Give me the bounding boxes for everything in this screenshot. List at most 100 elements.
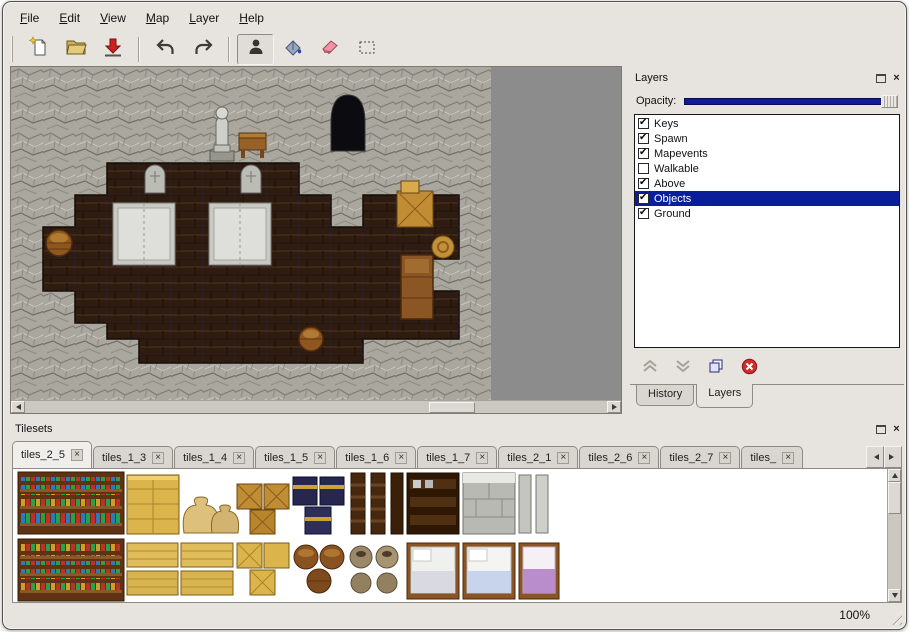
layer-visibility-checkbox[interactable] xyxy=(638,163,649,174)
close-tab-icon[interactable] xyxy=(395,452,407,464)
duplicate-icon xyxy=(708,359,724,374)
tab-scroll-right-button[interactable] xyxy=(884,446,902,468)
menu-view[interactable]: View xyxy=(91,7,135,29)
chevron-up-icon xyxy=(642,359,658,373)
scroll-right-button[interactable] xyxy=(607,401,621,413)
menu-map[interactable]: Map xyxy=(137,7,178,29)
opacity-slider-handle[interactable] xyxy=(881,95,898,108)
tileset-vertical-scrollbar[interactable] xyxy=(887,469,901,602)
layer-visibility-checkbox[interactable] xyxy=(638,133,649,144)
menu-layer[interactable]: Layer xyxy=(180,7,228,29)
close-panel-icon[interactable] xyxy=(891,73,902,84)
opacity-slider-groove[interactable] xyxy=(684,98,897,105)
close-tab-icon[interactable] xyxy=(557,452,569,464)
tab-label: tiles_2_6 xyxy=(588,452,632,464)
redo-button[interactable] xyxy=(184,34,221,65)
layer-visibility-checkbox[interactable] xyxy=(638,193,649,204)
map-canvas[interactable] xyxy=(11,67,621,400)
tab-label: tiles_1_6 xyxy=(345,452,389,464)
close-tab-icon[interactable] xyxy=(233,452,245,464)
tileset-tab[interactable]: tiles_1_3 xyxy=(93,446,173,468)
layer-actions xyxy=(640,354,759,378)
raise-layer-button[interactable] xyxy=(640,357,660,375)
new-file-button[interactable] xyxy=(20,34,57,65)
delete-layer-button[interactable] xyxy=(739,357,759,375)
tab-label: tiles_ xyxy=(750,452,776,464)
scrollbar-thumb[interactable] xyxy=(888,482,901,514)
layer-name: Keys xyxy=(654,118,678,130)
scroll-left-button[interactable] xyxy=(11,401,25,413)
close-tab-icon[interactable] xyxy=(638,452,650,464)
opacity-row: Opacity: xyxy=(634,92,900,110)
lower-layer-button[interactable] xyxy=(673,357,693,375)
save-button[interactable] xyxy=(94,34,131,65)
tileset-tab[interactable]: tiles_2_6 xyxy=(579,446,659,468)
scrollbar-thumb[interactable] xyxy=(429,402,475,413)
redo-icon xyxy=(192,36,214,63)
layer-name: Ground xyxy=(654,208,691,220)
layer-row[interactable]: Above xyxy=(635,176,899,191)
float-panel-icon[interactable] xyxy=(876,74,886,83)
tileset-tab-bar: tiles_2_5 tiles_1_3 tiles_1_4 tiles_1_5 … xyxy=(12,440,864,468)
layer-row[interactable]: Ground xyxy=(635,206,899,221)
tileset-tab[interactable]: tiles_2_1 xyxy=(498,446,578,468)
layer-visibility-checkbox[interactable] xyxy=(638,208,649,219)
tileset-tab[interactable]: tiles_2_5 xyxy=(12,441,92,468)
tileset-tab[interactable]: tiles_1_7 xyxy=(417,446,497,468)
layers-panel-title: Layers xyxy=(632,72,876,84)
layer-row[interactable]: Mapevents xyxy=(635,146,899,161)
stamp-tool-button[interactable] xyxy=(237,34,274,65)
layer-row[interactable]: Spawn xyxy=(635,131,899,146)
layer-row[interactable]: Walkable xyxy=(635,161,899,176)
opacity-slider[interactable] xyxy=(684,94,898,108)
layer-visibility-checkbox[interactable] xyxy=(638,178,649,189)
map-horizontal-scrollbar[interactable] xyxy=(11,400,621,413)
right-arrow-icon xyxy=(889,454,897,460)
layer-row[interactable]: Keys xyxy=(635,116,899,131)
open-button[interactable] xyxy=(57,34,94,65)
layer-visibility-checkbox[interactable] xyxy=(638,118,649,129)
layer-visibility-checkbox[interactable] xyxy=(638,148,649,159)
scroll-down-button[interactable] xyxy=(888,589,901,602)
menu-help[interactable]: Help xyxy=(230,7,273,29)
toolbar-handle[interactable] xyxy=(11,36,14,62)
map-art xyxy=(11,67,621,400)
toolbar-separator xyxy=(138,37,140,62)
menu-file[interactable]: File xyxy=(11,7,48,29)
tab-history[interactable]: History xyxy=(636,385,694,406)
menu-edit[interactable]: Edit xyxy=(50,7,89,29)
close-tab-icon[interactable] xyxy=(314,452,326,464)
fill-tool-button[interactable] xyxy=(274,34,311,65)
tab-layers[interactable]: Layers xyxy=(696,384,753,408)
duplicate-layer-button[interactable] xyxy=(706,357,726,375)
scroll-up-button[interactable] xyxy=(888,469,901,482)
tileset-view xyxy=(12,468,902,603)
tab-scroll-arrows xyxy=(866,446,902,468)
tileset-tab[interactable]: tiles_ xyxy=(741,446,803,468)
close-tab-icon[interactable] xyxy=(782,452,794,464)
new-file-icon xyxy=(28,36,50,63)
layer-row[interactable]: Objects xyxy=(635,191,899,206)
close-tab-icon[interactable] xyxy=(476,452,488,464)
tab-label: tiles_1_4 xyxy=(183,452,227,464)
fill-tool-icon xyxy=(282,36,304,63)
left-arrow-icon xyxy=(13,404,21,410)
tileset-canvas[interactable] xyxy=(15,469,575,603)
tileset-tab[interactable]: tiles_2_7 xyxy=(660,446,740,468)
close-tab-icon[interactable] xyxy=(71,449,83,461)
close-tab-icon[interactable] xyxy=(152,452,164,464)
tab-label: tiles_2_1 xyxy=(507,452,551,464)
resize-grip[interactable] xyxy=(888,611,902,625)
eraser-tool-button[interactable] xyxy=(311,34,348,65)
tileset-tab[interactable]: tiles_1_5 xyxy=(255,446,335,468)
select-tool-button[interactable] xyxy=(348,34,385,65)
undo-button[interactable] xyxy=(147,34,184,65)
float-panel-icon[interactable] xyxy=(876,425,886,434)
tileset-tab[interactable]: tiles_1_4 xyxy=(174,446,254,468)
tileset-tab[interactable]: tiles_1_6 xyxy=(336,446,416,468)
close-panel-icon[interactable] xyxy=(891,424,902,435)
close-tab-icon[interactable] xyxy=(719,452,731,464)
layer-list: Keys Spawn Mapevents Walkable Above Obje… xyxy=(634,114,900,348)
opacity-label: Opacity: xyxy=(636,95,676,107)
tab-scroll-left-button[interactable] xyxy=(866,446,884,468)
